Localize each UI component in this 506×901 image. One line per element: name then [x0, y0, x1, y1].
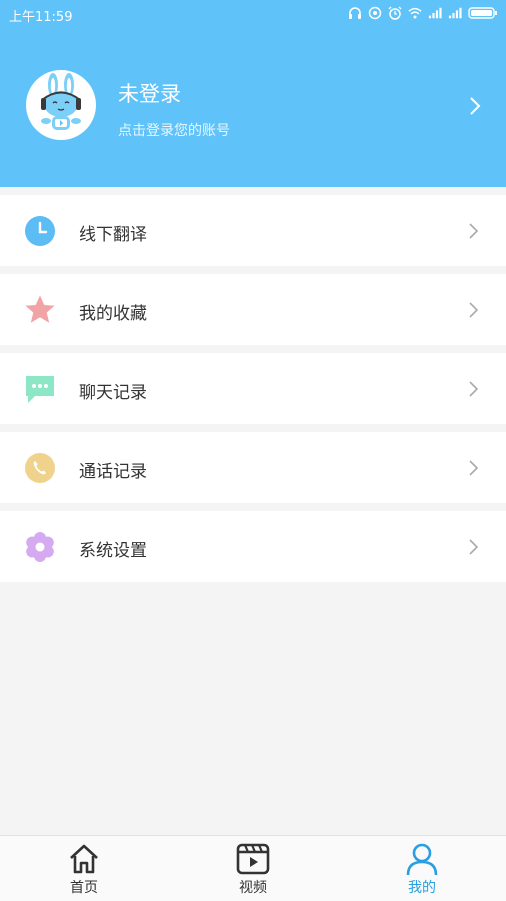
chevron-right-icon — [470, 97, 481, 115]
status-bar: 上午11:59 — [0, 0, 506, 28]
login-prompt: 点击登录您的账号 — [118, 123, 230, 139]
status-time: 上午11:59 — [9, 10, 73, 25]
battery-icon — [468, 7, 497, 19]
status-icons — [348, 6, 498, 20]
menu-item-offline-translation[interactable]: 线下翻译 — [0, 195, 506, 266]
star-icon — [25, 295, 55, 323]
avatar[interactable] — [26, 70, 96, 140]
video-icon — [236, 843, 270, 875]
signal-icon-2 — [448, 7, 462, 19]
menu-label: 聊天记录 — [79, 383, 147, 403]
clock-icon — [25, 216, 55, 246]
menu-item-call-history[interactable]: 通话记录 — [0, 432, 506, 503]
chevron-right-icon — [469, 381, 479, 397]
alarm-icon — [388, 6, 402, 20]
profile-header[interactable]: 上午11:59 未登录 点击登录您的账号 — [0, 0, 506, 187]
chevron-right-icon — [469, 302, 479, 318]
tab-label: 首页 — [70, 880, 98, 896]
menu-label: 通话记录 — [79, 462, 147, 482]
menu-label: 线下翻译 — [79, 225, 147, 245]
home-icon — [70, 844, 98, 874]
tab-video[interactable]: 视频 — [193, 836, 313, 901]
menu-item-chat-history[interactable]: 聊天记录 — [0, 353, 506, 424]
chevron-right-icon — [469, 539, 479, 555]
headphones-icon — [349, 7, 361, 19]
chevron-right-icon — [469, 223, 479, 239]
bottom-tab-bar: 首页 视频 我的 — [0, 835, 506, 901]
tab-home[interactable]: 首页 — [24, 836, 144, 901]
tab-mine[interactable]: 我的 — [362, 836, 482, 901]
tab-label: 视频 — [239, 880, 267, 896]
menu-label: 我的收藏 — [79, 304, 147, 324]
wifi-icon — [408, 7, 422, 19]
signal-icon — [428, 7, 442, 19]
user-name: 未登录 — [118, 82, 181, 106]
tab-label: 我的 — [408, 880, 436, 896]
bunny-mascot-icon — [41, 73, 81, 130]
flower-gear-icon — [26, 532, 54, 562]
menu-label: 系统设置 — [79, 541, 147, 561]
menu-item-favorites[interactable]: 我的收藏 — [0, 274, 506, 345]
location-icon — [368, 6, 382, 20]
menu-item-system-settings[interactable]: 系统设置 — [0, 511, 506, 582]
phone-icon — [25, 453, 55, 483]
chat-bubble-icon — [26, 376, 54, 403]
chevron-right-icon — [469, 460, 479, 476]
user-icon — [406, 843, 438, 876]
